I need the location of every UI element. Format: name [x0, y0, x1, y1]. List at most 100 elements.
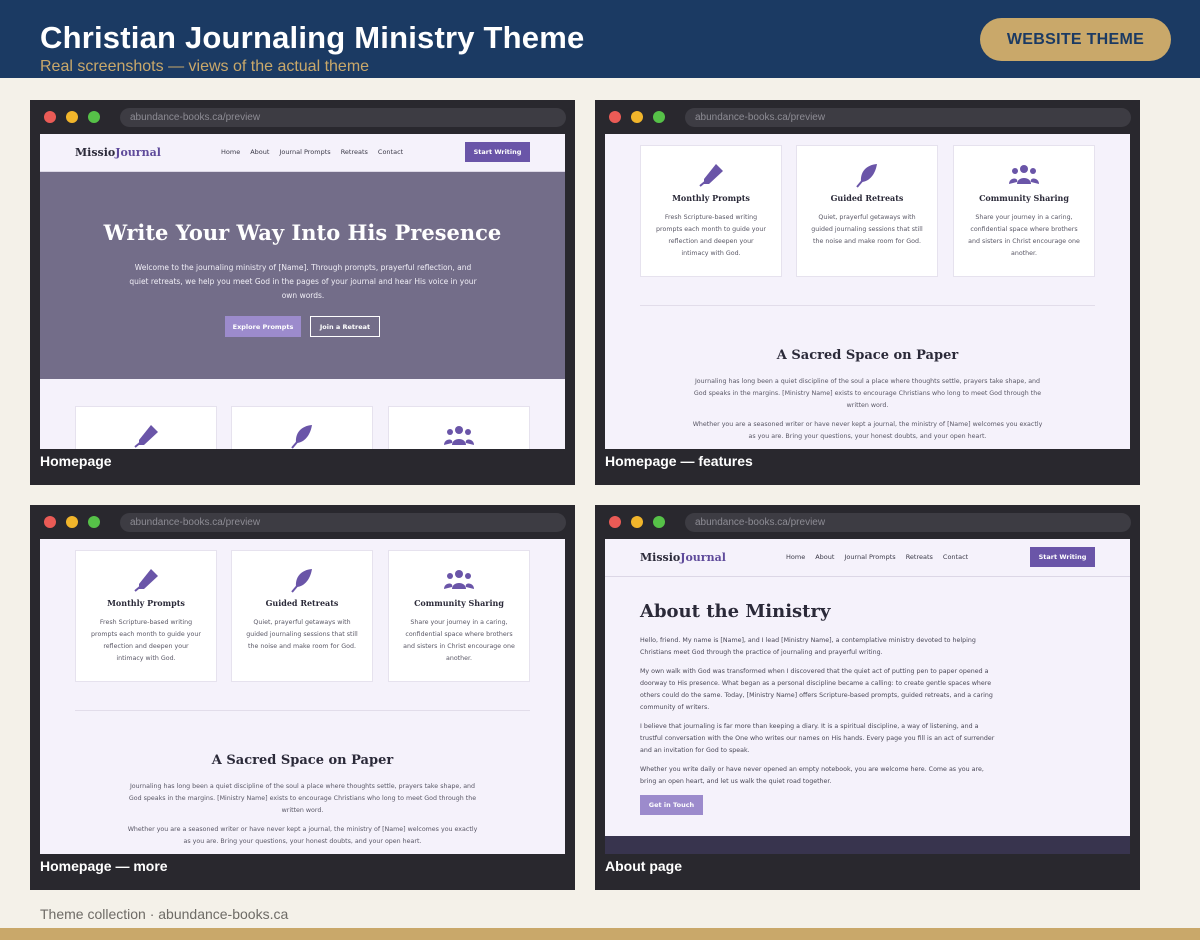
site-nav: MissioJournal Home About Journal Prompts…	[605, 539, 1130, 577]
site-preview: MissioJournal Home About Journal Prompts…	[605, 539, 1130, 854]
feature-title: Community Sharing	[414, 598, 504, 608]
about-paragraph: My own walk with God was transformed whe…	[640, 668, 993, 711]
maximize-dot-icon	[88, 516, 100, 528]
card-caption: About page	[605, 858, 682, 874]
screenshot-card-about: abundance-books.ca/preview MissioJournal…	[595, 505, 1140, 890]
feature-title: Community Sharing	[979, 193, 1069, 203]
nav-about[interactable]: About	[250, 148, 269, 156]
maximize-dot-icon	[653, 516, 665, 528]
minimize-dot-icon	[631, 516, 643, 528]
feature-card-community	[388, 406, 530, 449]
url-bar: abundance-books.ca/preview	[685, 108, 1131, 127]
section-text: Journaling has long been a quiet discipl…	[693, 378, 1042, 409]
browser-chrome: abundance-books.ca/preview	[30, 100, 575, 134]
feature-text: Quiet, prayerful getaways with guided jo…	[246, 619, 358, 650]
start-writing-button[interactable]: Start Writing	[1030, 547, 1095, 567]
minimize-dot-icon	[66, 516, 78, 528]
feature-text: Fresh Scripture-based writing prompts ea…	[91, 619, 201, 662]
close-dot-icon	[44, 516, 56, 528]
feature-card-prompts: Monthly Prompts Fresh Scripture-based wr…	[640, 145, 782, 277]
maximize-dot-icon	[88, 111, 100, 123]
close-dot-icon	[609, 516, 621, 528]
feature-card-retreats: Guided Retreats Quiet, prayerful getaway…	[796, 145, 938, 277]
section-divider	[640, 305, 1095, 306]
pen-icon	[131, 567, 161, 593]
minimize-dot-icon	[66, 111, 78, 123]
feature-title: Guided Retreats	[265, 598, 339, 608]
site-logo[interactable]: MissioJournal	[75, 146, 161, 159]
card-caption: Homepage — features	[605, 453, 753, 469]
pen-icon	[131, 423, 161, 449]
nav-journal-prompts[interactable]: Journal Prompts	[279, 148, 330, 156]
feature-title: Monthly Prompts	[672, 193, 750, 203]
url-bar: abundance-books.ca/preview	[685, 513, 1131, 532]
nav-home[interactable]: Home	[221, 148, 240, 156]
site-nav: MissioJournal Home About Journal Prompts…	[40, 134, 565, 172]
pen-icon	[696, 162, 726, 188]
screenshot-card-features: abundance-books.ca/preview Monthly Promp…	[595, 100, 1140, 485]
nav-about[interactable]: About	[815, 553, 834, 561]
site-preview: Monthly Prompts Fresh Scripture-based wr…	[605, 134, 1130, 449]
feather-icon	[852, 162, 882, 188]
section-title: A Sacred Space on Paper	[211, 753, 394, 768]
section-text: Journaling has long been a quiet discipl…	[128, 783, 477, 814]
feature-card-retreats	[231, 406, 373, 449]
close-dot-icon	[44, 111, 56, 123]
page-subtitle: Real screenshots — views of the actual t…	[40, 58, 370, 75]
about-title: About the Ministry	[640, 601, 831, 622]
maximize-dot-icon	[653, 111, 665, 123]
get-in-touch-button[interactable]: Get in Touch	[640, 795, 703, 815]
site-footer	[605, 836, 1130, 854]
feature-text: Share your journey in a caring, confiden…	[403, 619, 515, 662]
feature-text: Quiet, prayerful getaways with guided jo…	[811, 214, 923, 245]
hero-section: Write Your Way Into His Presence Welcome…	[40, 172, 565, 379]
section-title: A Sacred Space on Paper	[776, 348, 959, 363]
browser-chrome: abundance-books.ca/preview	[30, 505, 575, 539]
hero-title: Write Your Way Into His Presence	[103, 220, 502, 245]
feature-card-community: Community Sharing Share your journey in …	[953, 145, 1095, 277]
feature-title: Monthly Prompts	[107, 598, 185, 608]
bottom-gold-strip	[0, 928, 1200, 940]
screenshot-card-homepage: abundance-books.ca/preview MissioJournal…	[30, 100, 575, 485]
feature-card-prompts: Monthly Prompts Fresh Scripture-based wr…	[75, 550, 217, 682]
nav-contact[interactable]: Contact	[943, 553, 968, 561]
nav-retreats[interactable]: Retreats	[341, 148, 368, 156]
header-banner: Christian Journaling Ministry Theme Real…	[0, 0, 1200, 78]
screenshot-card-more: abundance-books.ca/preview Monthly Promp…	[30, 505, 575, 890]
feature-text: Fresh Scripture-based writing prompts ea…	[656, 214, 766, 257]
close-dot-icon	[609, 111, 621, 123]
hero-text: Welcome to the journaling ministry of [N…	[129, 263, 477, 300]
explore-prompts-button[interactable]: Explore Prompts	[225, 316, 301, 337]
footer-note: Theme collection · abundance-books.ca	[40, 906, 289, 922]
users-icon	[1009, 162, 1039, 188]
section-text: Whether you are a seasoned writer or hav…	[127, 826, 478, 845]
feature-card-retreats: Guided Retreats Quiet, prayerful getaway…	[231, 550, 373, 682]
users-icon	[444, 423, 474, 449]
site-preview: Monthly Prompts Fresh Scripture-based wr…	[40, 539, 565, 854]
nav-journal-prompts[interactable]: Journal Prompts	[844, 553, 895, 561]
feature-card-prompts	[75, 406, 217, 449]
feature-text: Share your journey in a caring, confiden…	[968, 214, 1080, 257]
section-text: Whether you are a seasoned writer or hav…	[692, 421, 1043, 440]
minimize-dot-icon	[631, 111, 643, 123]
website-theme-badge: WEBSITE THEME	[980, 18, 1171, 61]
join-retreat-button[interactable]: Join a Retreat	[310, 316, 380, 337]
section-divider	[75, 710, 530, 711]
nav-home[interactable]: Home	[786, 553, 805, 561]
url-bar: abundance-books.ca/preview	[120, 513, 566, 532]
browser-chrome: abundance-books.ca/preview	[595, 100, 1140, 134]
site-preview: MissioJournal Home About Journal Prompts…	[40, 134, 565, 449]
feature-card-community: Community Sharing Share your journey in …	[388, 550, 530, 682]
browser-chrome: abundance-books.ca/preview	[595, 505, 1140, 539]
nav-contact[interactable]: Contact	[378, 148, 403, 156]
feature-title: Guided Retreats	[830, 193, 904, 203]
card-caption: Homepage	[40, 453, 112, 469]
feather-icon	[287, 423, 317, 449]
start-writing-button[interactable]: Start Writing	[465, 142, 530, 162]
card-caption: Homepage — more	[40, 858, 168, 874]
site-logo[interactable]: MissioJournal	[640, 551, 726, 564]
about-paragraph: Whether you write daily or have never op…	[640, 766, 984, 785]
users-icon	[444, 567, 474, 593]
nav-retreats[interactable]: Retreats	[906, 553, 933, 561]
about-paragraph: Hello, friend. My name is [Name], and I …	[640, 637, 976, 656]
